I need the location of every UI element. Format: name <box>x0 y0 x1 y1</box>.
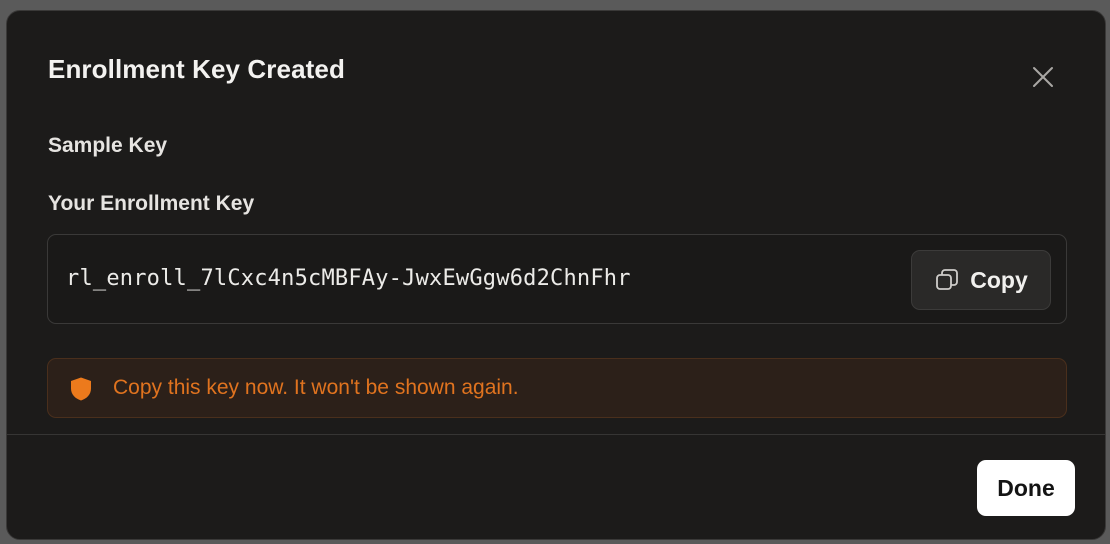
close-icon <box>1031 65 1055 89</box>
copy-button-label: Copy <box>970 266 1028 293</box>
warning-banner: Copy this key now. It won't be shown aga… <box>47 358 1067 418</box>
warning-text: Copy this key now. It won't be shown aga… <box>113 376 519 399</box>
enrollment-key-value[interactable]: rl_enroll_7lCxc4n5cMBFAy-JwxEwGgw6d2ChnF… <box>66 265 631 293</box>
copy-button[interactable]: Copy <box>911 250 1051 310</box>
key-name: Sample Key <box>48 134 168 157</box>
footer-divider <box>7 434 1105 435</box>
enrollment-key-box: rl_enroll_7lCxc4n5cMBFAy-JwxEwGgw6d2ChnF… <box>47 234 1067 324</box>
copy-icon <box>934 267 960 293</box>
close-button[interactable] <box>1025 59 1061 95</box>
dialog-title: Enrollment Key Created <box>48 54 345 84</box>
enrollment-key-dialog: Enrollment Key Created Sample Key Your E… <box>6 10 1106 540</box>
shield-icon <box>68 376 94 402</box>
done-button[interactable]: Done <box>977 460 1075 516</box>
enrollment-key-label: Your Enrollment Key <box>48 192 255 215</box>
